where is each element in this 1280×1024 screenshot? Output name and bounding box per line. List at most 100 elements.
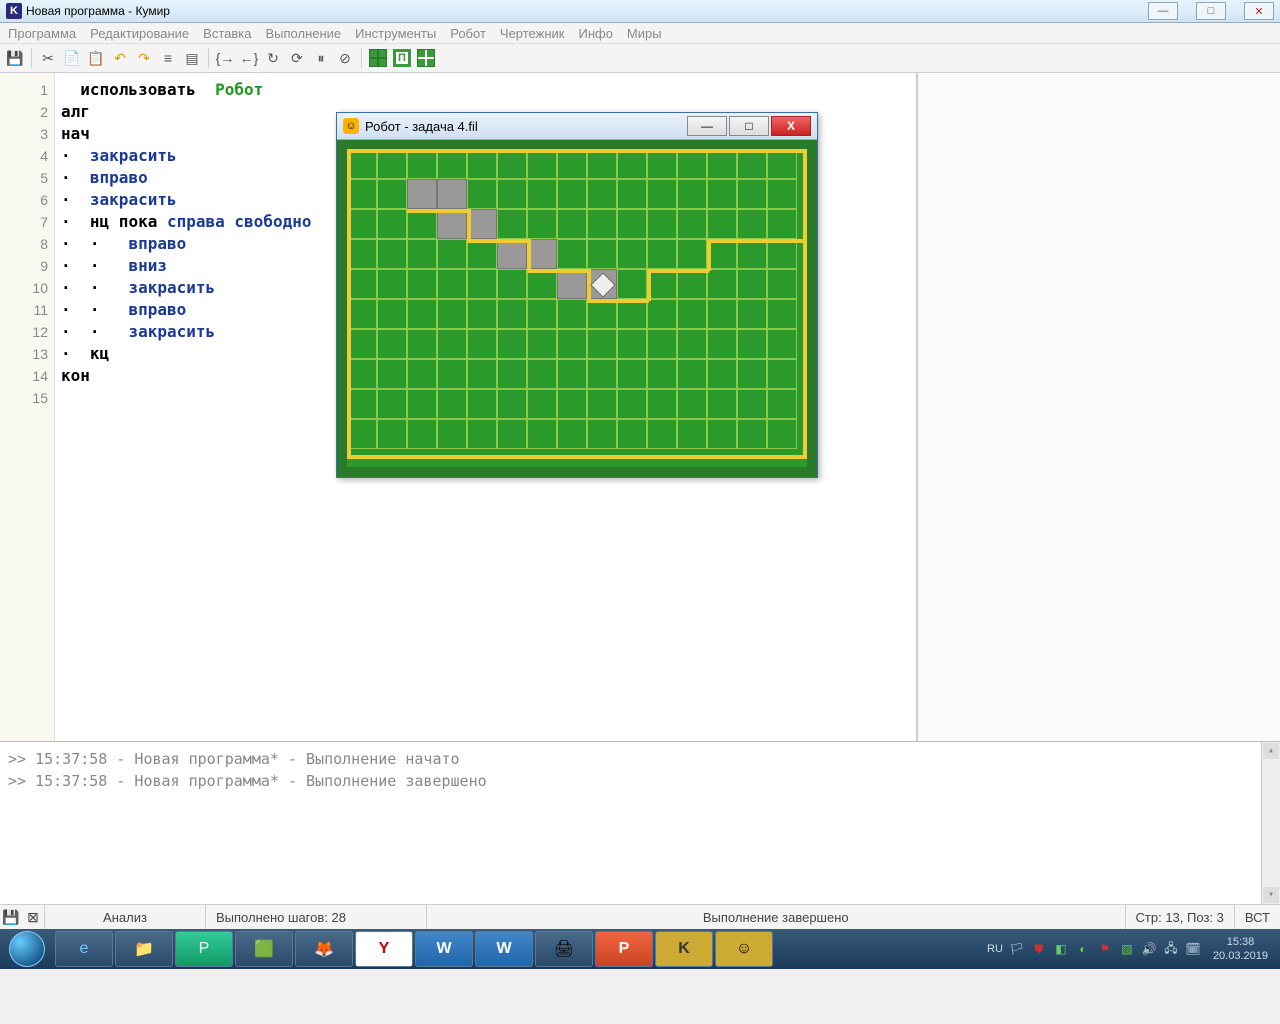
tray-flag-icon[interactable]: 🏳 <box>1009 941 1025 957</box>
tray-network-icon[interactable]: 🖧 <box>1163 941 1179 957</box>
grid-cell <box>407 239 437 269</box>
redo-icon[interactable]: ↷ <box>133 47 155 69</box>
grid-cell <box>677 359 707 389</box>
grid-view-icon[interactable] <box>367 47 389 69</box>
tray-volume-icon[interactable]: 🔊 <box>1141 941 1157 957</box>
tray-app-icon[interactable]: ◧ <box>1053 941 1069 957</box>
tray-shield-icon[interactable]: ⛊ <box>1031 941 1047 957</box>
start-button[interactable] <box>0 929 54 969</box>
taskbar-printer-icon[interactable]: 🖨 <box>535 931 593 967</box>
maximize-button[interactable]: □ <box>1196 2 1226 20</box>
menu-worlds[interactable]: Миры <box>627 26 662 41</box>
run-fast-icon[interactable]: ⟳ <box>286 47 308 69</box>
split-view-icon[interactable] <box>415 47 437 69</box>
system-tray[interactable]: RU 🏳 ⛊ ◧ ◐ ⚑ ▧ 🔊 🖧 🗓 15:38 20.03.2019 <box>987 935 1280 963</box>
grid-cell <box>617 389 647 419</box>
tray-update-icon[interactable]: ⚑ <box>1097 941 1113 957</box>
doc-icon[interactable]: ▤ <box>181 47 203 69</box>
menu-run[interactable]: Выполнение <box>265 26 341 41</box>
menu-info[interactable]: Инфо <box>578 26 612 41</box>
grid-cell <box>677 419 707 449</box>
grid-cell <box>737 239 767 269</box>
grid-cell <box>587 239 617 269</box>
scrollbar[interactable]: ▴ ▾ <box>1261 742 1280 904</box>
pause-icon[interactable]: ⏸ <box>310 47 332 69</box>
menu-program[interactable]: Программа <box>8 26 76 41</box>
taskbar-word-icon[interactable]: W <box>415 931 473 967</box>
pi-view-icon[interactable]: П <box>391 47 413 69</box>
scroll-down-icon[interactable]: ▾ <box>1263 887 1279 903</box>
taskbar-app-icon[interactable]: 🟩 <box>235 931 293 967</box>
cut-icon[interactable]: ✂ <box>37 47 59 69</box>
robot-close-button[interactable]: X <box>771 116 811 136</box>
grid-cell <box>617 329 647 359</box>
grid-cell <box>587 299 617 329</box>
taskbar-publisher-icon[interactable]: P <box>175 931 233 967</box>
painted-cell <box>557 269 587 299</box>
grid-cell <box>527 149 557 179</box>
close-button[interactable]: ✕ <box>1244 2 1274 20</box>
robot-maximize-button[interactable]: □ <box>729 116 769 136</box>
menu-tools[interactable]: Инструменты <box>355 26 436 41</box>
keyword-kon: кон <box>61 366 90 385</box>
menu-drawer[interactable]: Чертежник <box>500 26 565 41</box>
grid-cell <box>767 209 797 239</box>
grid-cell <box>527 359 557 389</box>
line-num: 6 <box>0 189 48 211</box>
run-icon[interactable]: ↻ <box>262 47 284 69</box>
tray-nvidia-icon[interactable]: ◐ <box>1075 941 1091 957</box>
cmd-right: вправо <box>128 300 186 319</box>
save-icon[interactable]: 💾 <box>4 47 26 69</box>
paste-icon[interactable]: 📋 <box>85 47 107 69</box>
grid-cell <box>737 209 767 239</box>
menu-edit[interactable]: Редактирование <box>90 26 189 41</box>
tray-clock[interactable]: 15:38 20.03.2019 <box>1207 935 1274 963</box>
grid-cell <box>767 179 797 209</box>
stop-icon[interactable]: ⊘ <box>334 47 356 69</box>
error-status-icon[interactable]: ⊠ <box>22 909 44 926</box>
tray-battery-icon[interactable]: 🗓 <box>1185 941 1201 957</box>
step-in-icon[interactable]: {→ <box>214 47 236 69</box>
tray-lang[interactable]: RU <box>987 943 1003 955</box>
grid-cell <box>347 389 377 419</box>
robot-titlebar[interactable]: ☺ Робот - задача 4.fil — □ X <box>337 113 817 140</box>
windows-taskbar[interactable]: e 📁 P 🟩 🦊 Y W W 🖨 P K ☺ RU 🏳 ⛊ ◧ ◐ ⚑ ▧ 🔊… <box>0 929 1280 969</box>
taskbar-word2-icon[interactable]: W <box>475 931 533 967</box>
taskbar-explorer-icon[interactable]: 📁 <box>115 931 173 967</box>
grid-cell <box>497 299 527 329</box>
grid-cell <box>587 359 617 389</box>
taskbar-robot-icon[interactable]: ☺ <box>715 931 773 967</box>
taskbar-firefox-icon[interactable]: 🦊 <box>295 931 353 967</box>
undo-icon[interactable]: ↶ <box>109 47 131 69</box>
menu-insert[interactable]: Вставка <box>203 26 251 41</box>
console-output[interactable]: >> 15:37:58 - Новая программа* - Выполне… <box>0 741 1280 904</box>
menubar: Программа Редактирование Вставка Выполне… <box>0 23 1280 44</box>
taskbar-yandex-icon[interactable]: Y <box>355 931 413 967</box>
copy-icon[interactable]: 📄 <box>61 47 83 69</box>
grid-cell <box>497 269 527 299</box>
line-num: 1 <box>0 79 48 101</box>
grid-cell <box>347 359 377 389</box>
grid-cell <box>437 389 467 419</box>
save-status-icon[interactable]: 💾 <box>0 909 22 926</box>
minimize-button[interactable]: — <box>1148 2 1178 20</box>
taskbar-ie-icon[interactable]: e <box>55 931 113 967</box>
list-icon[interactable]: ≡ <box>157 47 179 69</box>
tray-gpu-icon[interactable]: ▧ <box>1119 941 1135 957</box>
grid-cell <box>437 329 467 359</box>
robot-field[interactable] <box>347 149 807 467</box>
robot-window[interactable]: ☺ Робот - задача 4.fil — □ X <box>336 112 818 478</box>
grid-cell <box>587 179 617 209</box>
grid-cell <box>437 299 467 329</box>
scroll-up-icon[interactable]: ▴ <box>1263 743 1279 759</box>
menu-robot[interactable]: Робот <box>450 26 486 41</box>
step-out-icon[interactable]: ←} <box>238 47 260 69</box>
cmd-right: вправо <box>90 168 148 187</box>
taskbar-kumir-icon[interactable]: K <box>655 931 713 967</box>
grid-cell <box>737 149 767 179</box>
statusbar: 💾 ⊠ Анализ Выполнено шагов: 28 Выполнени… <box>0 904 1280 929</box>
toolbar: 💾 ✂ 📄 📋 ↶ ↷ ≡ ▤ {→ ←} ↻ ⟳ ⏸ ⊘ П <box>0 44 1280 73</box>
robot-minimize-button[interactable]: — <box>687 116 727 136</box>
taskbar-powerpoint-icon[interactable]: P <box>595 931 653 967</box>
side-panel <box>917 73 1280 741</box>
